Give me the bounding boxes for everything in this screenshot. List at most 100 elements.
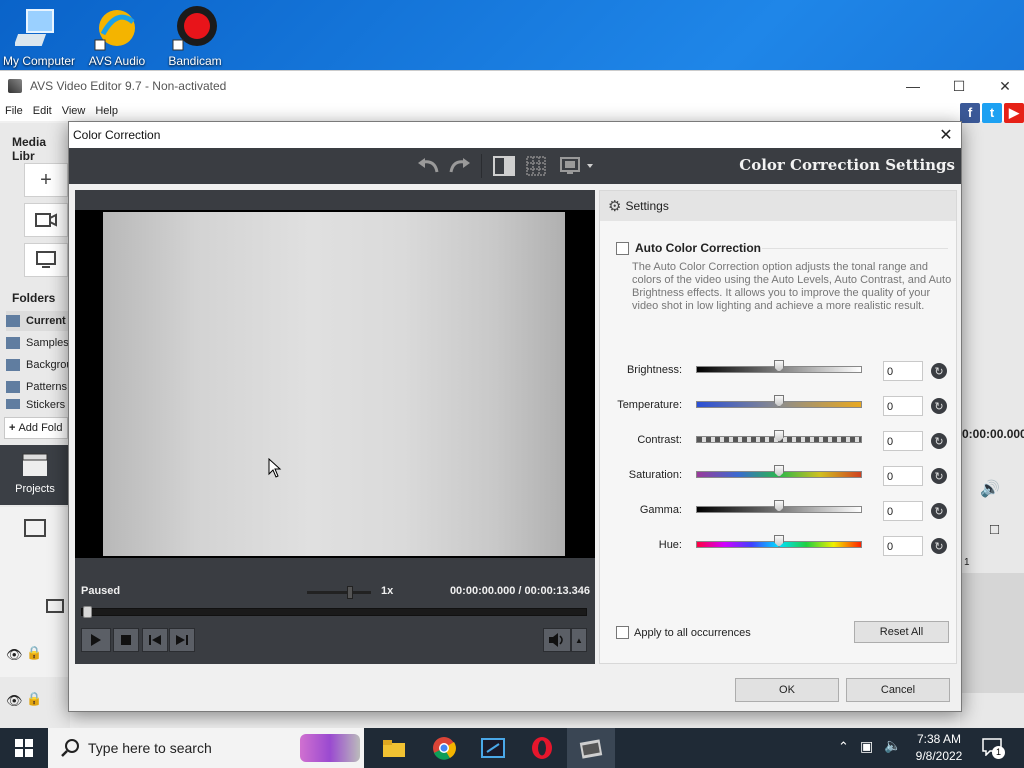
contrast-value[interactable]: 0 — [883, 431, 923, 451]
gamma-reset-icon[interactable]: ↻ — [931, 503, 947, 519]
temperature-reset-icon[interactable]: ↻ — [931, 398, 947, 414]
contrast-reset-icon[interactable]: ↻ — [931, 433, 947, 449]
seek-bar[interactable] — [81, 606, 587, 618]
folder-samples[interactable]: Samples — [6, 333, 70, 353]
minimize-button[interactable]: — — [890, 71, 936, 101]
undo-button[interactable] — [415, 154, 441, 178]
hue-reset-icon[interactable]: ↻ — [931, 538, 947, 554]
storyboard-icon[interactable] — [24, 519, 46, 537]
speed-slider-handle[interactable] — [347, 586, 353, 599]
desktop-icon-label: AVS Audio — [88, 54, 146, 68]
volume-dropdown-arrow[interactable]: ▲ — [571, 628, 587, 652]
timeline-area: 👁 🔒 👁 🔒 — [0, 507, 70, 708]
dialog-close-button[interactable]: ✕ — [931, 122, 961, 148]
folder-label: Stickers — [26, 399, 66, 409]
maximize-button[interactable]: ☐ — [936, 71, 982, 101]
split-view-button[interactable] — [491, 154, 517, 178]
display-mode-button[interactable] — [559, 154, 595, 178]
start-button[interactable] — [0, 728, 48, 768]
show-hidden-icons-icon[interactable]: ⌃ — [838, 739, 849, 755]
reset-all-button[interactable]: Reset All — [854, 621, 949, 643]
menu-file[interactable]: File — [0, 105, 28, 117]
taskbar: Type here to search ⌃ ▣ 🔈 7:38 AM 9/8/20… — [0, 728, 1024, 768]
auto-color-correction-description: The Auto Color Correction option adjusts… — [632, 261, 952, 312]
fit-icon[interactable]: □ — [990, 521, 999, 538]
menu-bar: File Edit View Help — [0, 101, 1024, 121]
undo-icon — [418, 158, 439, 173]
apply-to-all-checkbox[interactable] — [616, 626, 629, 639]
speed-slider[interactable] — [307, 591, 371, 594]
timeline-time: 0:00:00.000 — [962, 427, 1024, 441]
taskbar-opera[interactable] — [518, 728, 566, 768]
avs-audio-icon — [94, 10, 135, 51]
play-button[interactable] — [81, 628, 111, 652]
seek-handle[interactable] — [83, 606, 92, 618]
twitter-icon[interactable]: t — [982, 103, 1002, 123]
search-placeholder: Type here to search — [88, 740, 212, 756]
skip-back-icon — [149, 635, 161, 645]
plus-icon: + — [9, 422, 16, 434]
taskbar-file-explorer[interactable] — [370, 728, 418, 768]
stop-button[interactable] — [113, 628, 139, 652]
saturation-reset-icon[interactable]: ↻ — [931, 468, 947, 484]
capture-screen-button[interactable] — [24, 243, 68, 277]
windows-icon — [15, 739, 33, 757]
stop-icon — [121, 635, 131, 645]
capture-video-button[interactable] — [24, 203, 68, 237]
temperature-value[interactable]: 0 — [883, 396, 923, 416]
timeline-track — [960, 573, 1024, 693]
lock-icon[interactable]: 🔒 — [26, 691, 42, 707]
video-app-icon — [481, 738, 505, 758]
folder-backgrounds[interactable]: Backgrou — [6, 355, 70, 375]
grid-icon — [526, 156, 546, 176]
folder-stickers[interactable]: Stickers — [6, 399, 70, 409]
brightness-reset-icon[interactable]: ↻ — [931, 363, 947, 379]
auto-color-correction-checkbox[interactable] — [616, 242, 629, 255]
taskbar-video-app[interactable] — [469, 728, 517, 768]
lock-icon[interactable]: 🔒 — [26, 645, 42, 661]
ok-button[interactable]: OK — [735, 678, 839, 702]
menu-help[interactable]: Help — [90, 105, 123, 117]
network-icon[interactable]: ▣ — [860, 738, 873, 755]
volume-button[interactable] — [543, 628, 571, 652]
eye-icon[interactable]: 👁 — [6, 647, 23, 663]
add-media-button[interactable]: + — [24, 163, 68, 197]
taskbar-avs-video-editor[interactable] — [567, 728, 615, 768]
eye-icon[interactable]: 👁 — [6, 693, 23, 709]
desktop-icon-avs-audio[interactable]: AVS Audio — [78, 4, 156, 68]
taskbar-clock[interactable]: 7:38 AM 9/8/2022 — [908, 731, 970, 765]
youtube-icon[interactable]: ▶ — [1004, 103, 1024, 123]
close-button[interactable]: ✕ — [982, 71, 1024, 101]
taskbar-search-box[interactable]: Type here to search — [48, 728, 364, 768]
taskbar-chrome[interactable] — [420, 728, 468, 768]
desktop-icon-my-computer[interactable]: My Computer — [0, 4, 78, 68]
settings-header-label: Settings — [625, 199, 669, 213]
media-library-label: Media Libr — [12, 135, 47, 163]
video-preview[interactable] — [75, 210, 595, 558]
speaker-icon[interactable]: 🔈 — [884, 737, 901, 754]
cancel-button[interactable]: Cancel — [846, 678, 950, 702]
apply-to-all-label: Apply to all occurrences — [634, 627, 751, 639]
grid-view-button[interactable] — [523, 154, 549, 178]
facebook-icon[interactable]: f — [960, 103, 980, 123]
projects-label: Projects — [15, 483, 55, 495]
folder-icon — [6, 359, 20, 371]
redo-button[interactable] — [447, 154, 473, 178]
menu-edit[interactable]: Edit — [28, 105, 57, 117]
next-frame-button[interactable] — [169, 628, 195, 652]
add-folder-button[interactable]: + Add Fold — [4, 417, 68, 439]
clock-date: 9/8/2022 — [915, 749, 963, 763]
folder-patterns[interactable]: Patterns — [6, 377, 70, 397]
projects-tab[interactable]: Projects — [0, 445, 70, 505]
brightness-value[interactable]: 0 — [883, 361, 923, 381]
notification-center-icon[interactable]: 1 — [982, 738, 1005, 759]
saturation-value[interactable]: 0 — [883, 466, 923, 486]
gamma-value[interactable]: 0 — [883, 501, 923, 521]
timeline-ruler-label: 1 — [964, 557, 970, 568]
volume-icon[interactable]: 🔊 — [980, 479, 1000, 499]
menu-view[interactable]: View — [57, 105, 91, 117]
hue-value[interactable]: 0 — [883, 536, 923, 556]
folder-current[interactable]: Current — [6, 311, 70, 331]
desktop-icon-bandicam[interactable]: Bandicam — [156, 4, 234, 68]
previous-frame-button[interactable] — [142, 628, 168, 652]
